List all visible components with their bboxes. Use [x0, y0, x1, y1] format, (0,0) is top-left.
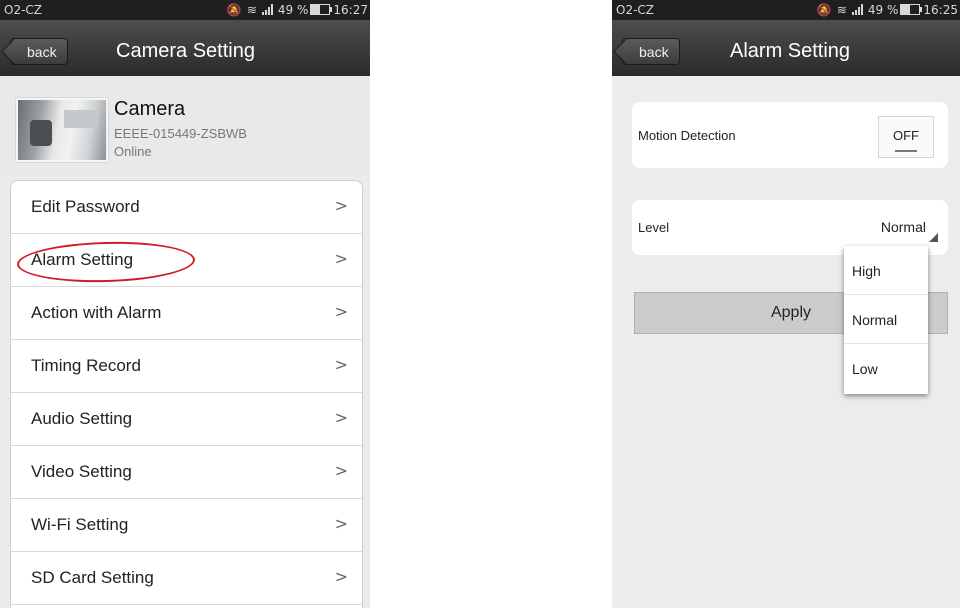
battery-icon: [310, 4, 333, 15]
menu-item-action-with-alarm[interactable]: Action with Alarm >: [11, 287, 362, 340]
camera-name: Camera: [114, 98, 186, 120]
battery-percent: 49 %: [867, 3, 899, 17]
menu-item-alarm-setting[interactable]: Alarm Setting >: [11, 234, 362, 287]
chevron-right-icon: >: [334, 408, 348, 427]
camera-thumbnail: [16, 98, 108, 162]
level-option-normal[interactable]: Normal: [844, 295, 928, 344]
chevron-right-icon: >: [334, 249, 348, 268]
battery-icon: [900, 4, 923, 15]
chevron-right-icon: >: [334, 514, 348, 533]
wifi-icon: ≋: [246, 3, 257, 17]
menu-item-sd-card-setting[interactable]: SD Card Setting >: [11, 552, 362, 605]
level-select[interactable]: Normal: [881, 219, 926, 235]
chevron-right-icon: >: [334, 302, 348, 321]
chevron-right-icon: >: [334, 196, 348, 215]
carrier-label: O2-CZ: [4, 3, 43, 17]
title-bar: back Alarm Setting: [612, 20, 960, 76]
settings-menu: Edit Password > Alarm Setting > Action w…: [10, 180, 363, 608]
battery-percent: 49 %: [277, 3, 309, 17]
camera-info[interactable]: Camera EEEE-015449-ZSBWB Online: [0, 76, 370, 176]
clock: 16:27: [333, 3, 368, 17]
menu-item-edit-password[interactable]: Edit Password >: [11, 181, 362, 234]
camera-status: Online: [114, 144, 152, 159]
signal-icon: [851, 4, 864, 15]
camera-id: EEEE-015449-ZSBWB: [114, 126, 247, 141]
mute-icon: 🔕: [226, 3, 242, 17]
dropdown-arrow-icon: [929, 233, 938, 242]
level-label: Level: [638, 220, 670, 235]
chevron-right-icon: >: [334, 355, 348, 374]
mute-icon: 🔕: [816, 3, 832, 17]
alarm-setting-screen: O2-CZ 🔕 ≋ 49 % 16:25 back Alarm Setting Mot…: [612, 0, 960, 608]
level-option-low[interactable]: Low: [844, 344, 928, 393]
motion-detection-card: Motion Detection OFF: [632, 102, 948, 168]
page-title: Alarm Setting: [730, 40, 851, 62]
motion-detection-toggle[interactable]: OFF: [878, 116, 934, 158]
signal-icon: [261, 4, 274, 15]
clock: 16:25: [923, 3, 958, 17]
menu-item-wifi-setting[interactable]: Wi-Fi Setting >: [11, 499, 362, 552]
camera-setting-screen: O2-CZ 🔕 ≋ 49 % 16:27 back Camera Setting Ca…: [0, 0, 370, 608]
chevron-right-icon: >: [334, 567, 348, 586]
title-bar: back Camera Setting: [0, 20, 370, 76]
menu-item-audio-setting[interactable]: Audio Setting >: [11, 393, 362, 446]
back-button[interactable]: back: [10, 38, 68, 65]
menu-item-timing-record[interactable]: Timing Record >: [11, 340, 362, 393]
wifi-icon: ≋: [836, 3, 847, 17]
chevron-right-icon: >: [334, 461, 348, 480]
page-title: Camera Setting: [116, 40, 255, 62]
level-dropdown: High Normal Low: [844, 246, 928, 394]
motion-detection-label: Motion Detection: [638, 128, 736, 143]
back-button[interactable]: back: [622, 38, 680, 65]
level-option-high[interactable]: High: [844, 246, 928, 295]
menu-item-video-setting[interactable]: Video Setting >: [11, 446, 362, 499]
status-bar: O2-CZ 🔕 ≋ 49 % 16:27: [0, 0, 370, 20]
carrier-label: O2-CZ: [616, 3, 655, 17]
status-bar: O2-CZ 🔕 ≋ 49 % 16:25: [612, 0, 960, 20]
